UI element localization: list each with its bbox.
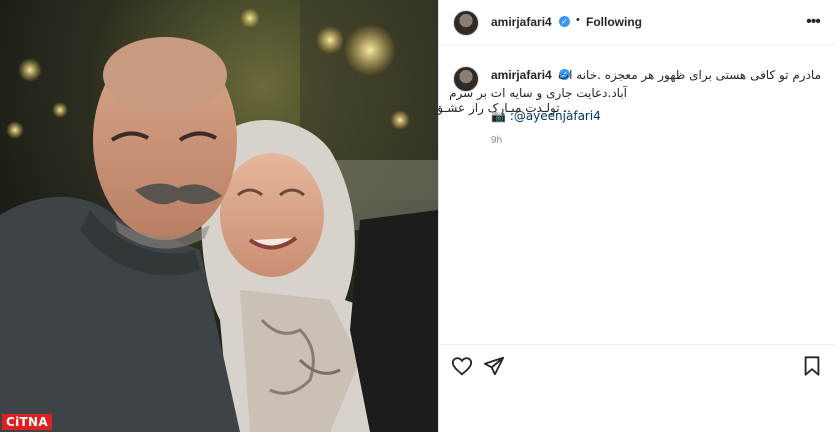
following-button[interactable]: Following	[586, 15, 642, 29]
mention-link[interactable]: :@ayeenjafari4	[510, 109, 601, 123]
separator-dot: •	[576, 14, 580, 26]
paper-plane-icon[interactable]	[483, 355, 505, 377]
heart-icon[interactable]	[451, 355, 473, 377]
post-header: amirjafari4 ✓ • Following •••	[439, 0, 835, 45]
watermark-logo: CiTNA	[2, 414, 52, 430]
post-side-panel: amirjafari4 ✓ • Following ••• amirjafari…	[434, 0, 835, 432]
camera-icon: 📷	[491, 109, 506, 123]
caption-username[interactable]: amirjafari4	[491, 68, 552, 82]
more-horizontal-icon[interactable]: •••	[805, 14, 821, 30]
caption-line-2: آباد.دعایت جاری و سایه ات بر سرم	[449, 86, 627, 100]
verified-badge-icon: ✓	[559, 16, 570, 27]
caption-line-4: 📷 :@ayeenjafari4	[491, 109, 601, 123]
caption-line-1: مادرم تو کافی هستی برای ظهور هر معجزه .خ…	[557, 68, 821, 82]
header-username[interactable]: amirjafari4	[491, 15, 552, 29]
post-photo[interactable]: CiTNA	[0, 0, 438, 432]
actions-divider	[439, 344, 835, 345]
post-time[interactable]: 9h	[491, 135, 502, 146]
photo-illustration	[0, 0, 438, 432]
bookmark-icon[interactable]	[801, 355, 823, 377]
avatar[interactable]	[453, 10, 479, 36]
